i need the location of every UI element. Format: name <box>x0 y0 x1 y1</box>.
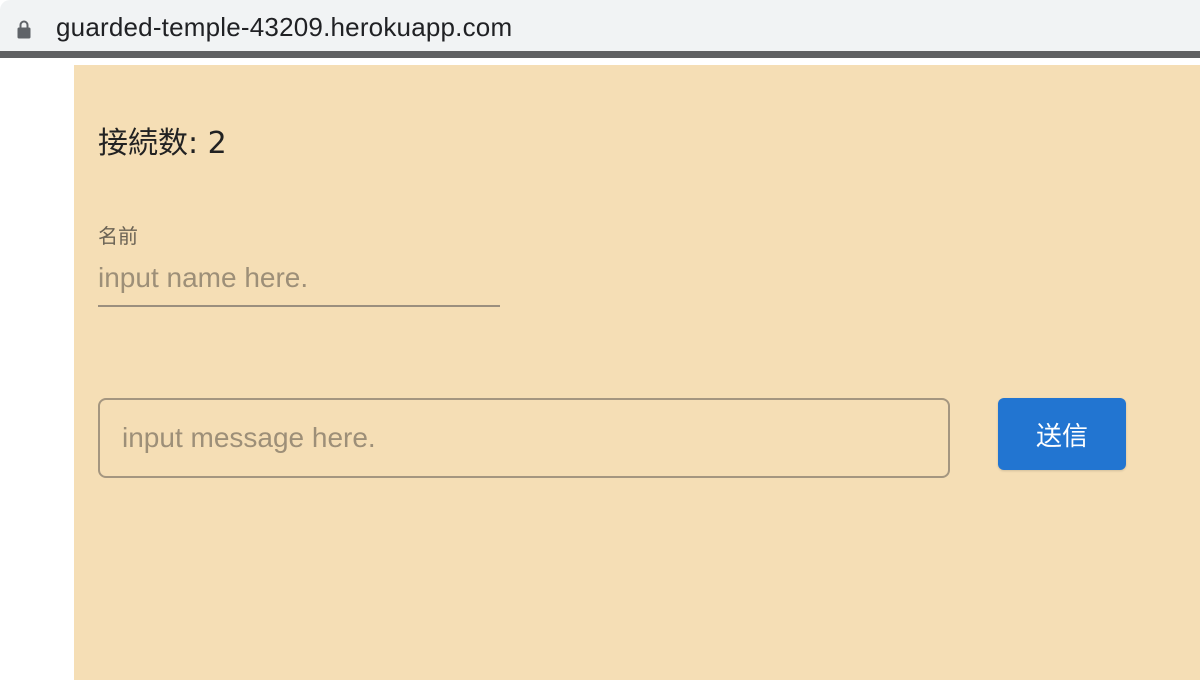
lock-icon[interactable] <box>17 19 31 39</box>
name-label: 名前 <box>98 224 138 248</box>
send-button[interactable]: 送信 <box>998 398 1126 470</box>
chat-app-panel: 接続数: 2 名前 送信 <box>74 65 1200 680</box>
connection-count: 接続数: 2 <box>98 126 227 161</box>
message-input[interactable] <box>98 398 950 478</box>
browser-address-bar: guarded-temple-43209.herokuapp.com <box>0 0 1200 58</box>
name-input[interactable] <box>98 251 500 307</box>
url-text[interactable]: guarded-temple-43209.herokuapp.com <box>56 12 512 43</box>
